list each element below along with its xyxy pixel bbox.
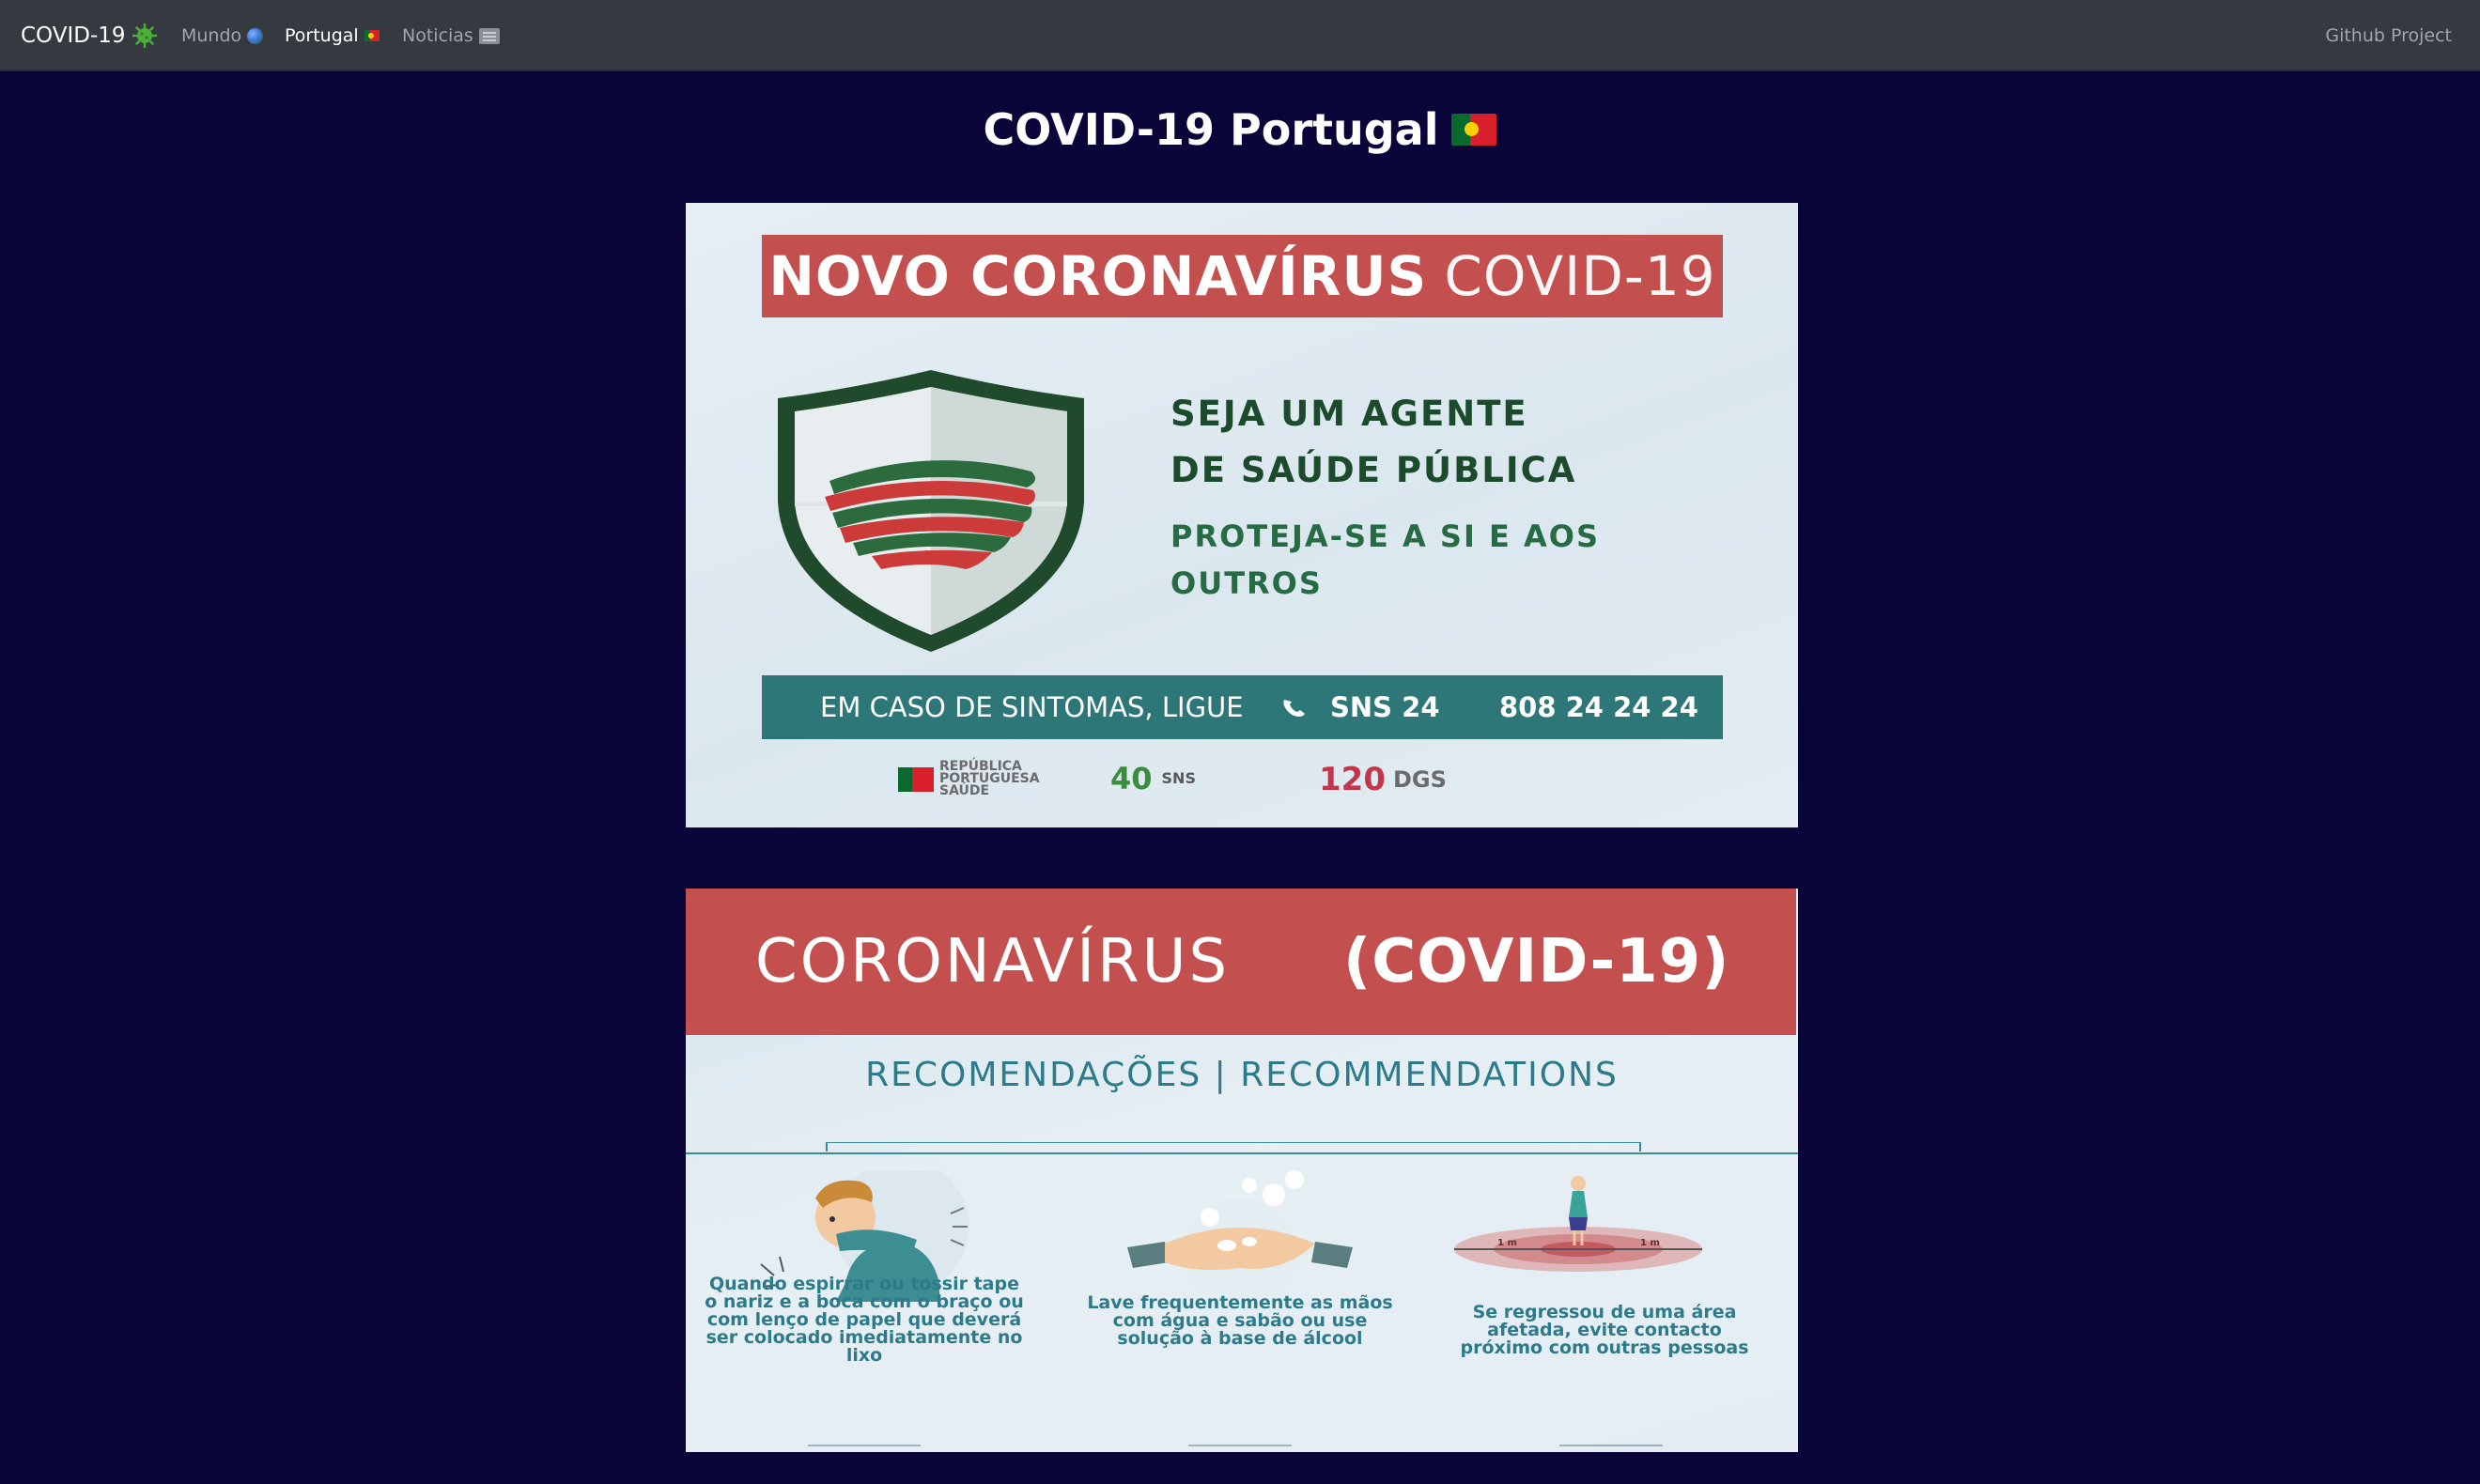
poster1-headline-line1: SEJA UM AGENTE (1170, 394, 1528, 434)
brand-link[interactable]: COVID-19 (21, 0, 158, 71)
shield-icon (778, 370, 1084, 652)
phone-icon (1283, 700, 1305, 717)
logo-sns-text: SNS (1161, 769, 1196, 787)
poster2-divider (686, 1142, 1798, 1154)
poster1-call-service: SNS 24 (1330, 691, 1440, 723)
github-project-label: Github Project (2325, 25, 2452, 46)
globe-icon (247, 27, 264, 44)
poster1-banner: NOVO CORONAVÍRUS COVID-19 (762, 235, 1723, 317)
distance-label-right: 1 m (1640, 1238, 1660, 1248)
poster-recommendations: CORONAVÍRUS (COVID-19) RECOMENDAÇÕES | R… (686, 889, 1798, 1452)
nav-link-mundo-label: Mundo (181, 25, 242, 46)
dgs-120-logo: 120 DGS (1319, 761, 1447, 798)
nav-link-noticias-label: Noticias (402, 25, 473, 46)
poster1-headline: SEJA UM AGENTE DE SAÚDE PÚBLICA (1170, 386, 1772, 499)
poster2-underline (1559, 1445, 1663, 1446)
logo-dgs-text: DGS (1392, 766, 1447, 793)
poster2-underline (1188, 1445, 1292, 1446)
nav-link-portugal[interactable]: Portugal (285, 0, 380, 71)
logo-120-number: 120 (1319, 761, 1386, 798)
poster1-banner-bold: NOVO CORONAVÍRUS (768, 244, 1428, 308)
page-title: COVID-19 Portugal (0, 94, 2480, 165)
sns-40-logo: 40 SNS (1110, 761, 1196, 796)
poster1-call-banner: EM CASO DE SINTOMAS, LIGUE SNS 24 808 24… (762, 675, 1723, 739)
brand-label: COVID-19 (21, 23, 126, 48)
nav-link-portugal-label: Portugal (285, 25, 359, 46)
poster-public-health-agent: NOVO CORONAVÍRUS COVID-19 SEJA UM AGENTE… (686, 203, 1798, 827)
poster1-banner-light: COVID-19 (1444, 244, 1716, 308)
poster2-header-bold: (COVID-19) (1343, 927, 1730, 997)
poster2-caption-distance: Se regressou de uma área afetada, evite … (1460, 1302, 1749, 1358)
poster2-caption-handwash: Lave frequentemente as mãos com água e s… (1087, 1292, 1393, 1349)
poster2-subtitle: RECOMENDAÇÕES | RECOMMENDATIONS (865, 1056, 1619, 1094)
poster1-headline-line2: DE SAÚDE PÚBLICA (1170, 450, 1577, 490)
poster1-subheadline: PROTEJA-SE A SI E AOS OUTROS (1170, 513, 1772, 607)
poster1-call-text: EM CASO DE SINTOMAS, LIGUE (820, 691, 1244, 723)
github-project-link[interactable]: Github Project (2325, 0, 2452, 71)
portugal-flag-icon (364, 30, 380, 41)
newspaper-icon (478, 27, 500, 44)
poster2-caption-sneeze: Quando espirrar ou tossir tape o nariz e… (705, 1274, 1024, 1366)
logo-rp-line3: SAÚDE (939, 783, 990, 798)
distance-label-left: 1 m (1497, 1238, 1517, 1248)
poster1-sub-line1: PROTEJA-SE A SI E AOS (1170, 518, 1600, 554)
poster2-header-light: CORONAVÍRUS (755, 927, 1231, 997)
republica-portuguesa-logo: REPÚBLICA PORTUGUESA SAÚDE (898, 760, 1040, 798)
portugal-flag-icon (1451, 114, 1497, 146)
poster1-logos: REPÚBLICA PORTUGUESA SAÚDE 40 SNS 120 DG… (898, 760, 1574, 806)
logo-40-number: 40 (1110, 761, 1153, 796)
virus-icon (132, 23, 157, 48)
nav-link-mundo[interactable]: Mundo (181, 0, 264, 71)
page-title-text: COVID-19 Portugal (983, 104, 1439, 155)
nav-link-noticias[interactable]: Noticias (402, 0, 500, 71)
navbar: COVID-19 Mundo Portugal Noticias Github … (0, 0, 2480, 71)
poster1-call-number: 808 24 24 24 (1499, 691, 1698, 723)
poster1-sub-line2: OUTROS (1170, 565, 1323, 601)
poster2-underline (808, 1445, 921, 1446)
poster2-header: CORONAVÍRUS (COVID-19) (686, 889, 1796, 1035)
